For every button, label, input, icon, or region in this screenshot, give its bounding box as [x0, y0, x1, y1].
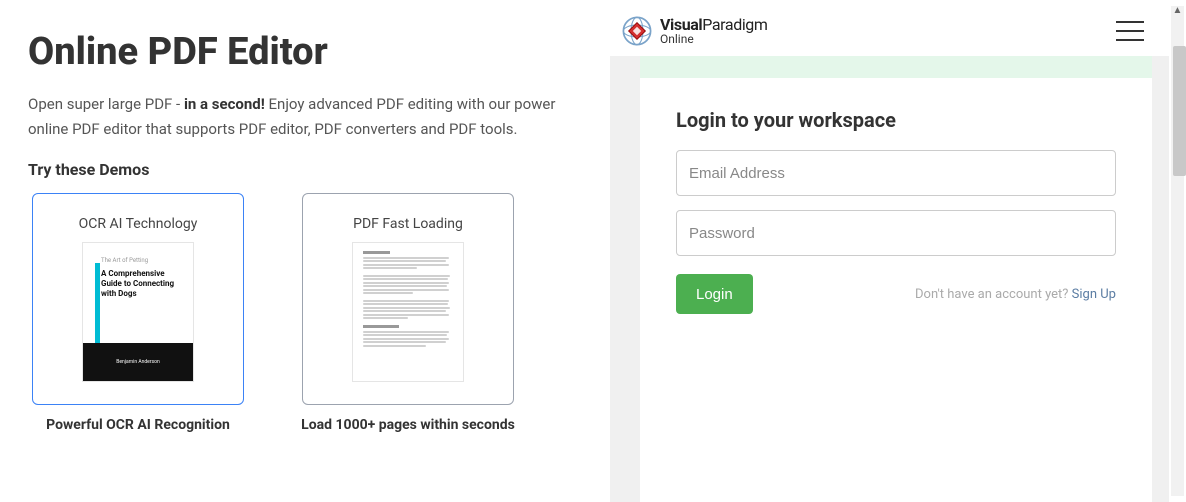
demo-ocr-card[interactable]: OCR AI Technology The Art of Petting A C…: [28, 193, 248, 433]
page-title: Online PDF Editor: [28, 30, 600, 74]
subtitle-bold: in a second!: [184, 95, 265, 113]
signup-prompt: Don't have an account yet? Sign Up: [915, 287, 1116, 302]
demo-ocr-caption: Powerful OCR AI Recognition: [46, 417, 230, 433]
demos-row: OCR AI Technology The Art of Petting A C…: [28, 193, 600, 433]
book-small-text: The Art of Petting: [101, 257, 183, 264]
book-title-text: A Comprehensive Guide to Connecting with…: [101, 269, 183, 299]
signup-prompt-text: Don't have an account yet?: [915, 287, 1072, 302]
demo-ocr-frame: OCR AI Technology The Art of Petting A C…: [32, 193, 244, 405]
subtitle-part-a: Open super large PDF -: [28, 95, 184, 113]
email-field[interactable]: [676, 150, 1116, 196]
embedded-panel: ▲ VisualParadigm Online Login to your wo…: [610, 0, 1186, 502]
brand-logo-block[interactable]: VisualParadigm Online: [620, 14, 768, 48]
demo-fastload-frame: PDF Fast Loading: [302, 193, 514, 405]
notice-strip: [640, 56, 1152, 78]
signup-link[interactable]: Sign Up: [1072, 287, 1116, 302]
scrollbar-thumb[interactable]: [1173, 46, 1186, 176]
brand-line1: VisualParadigm: [660, 17, 768, 33]
demo-fastload-card[interactable]: PDF Fast Loading Load 1000+ pa: [298, 193, 518, 433]
login-button[interactable]: Login: [676, 274, 753, 314]
demo-fastload-caption: Load 1000+ pages within seconds: [301, 417, 515, 433]
page-subtitle: Open super large PDF - in a second! Enjo…: [28, 92, 588, 142]
login-title: Login to your workspace: [676, 108, 1116, 132]
demo-ocr-thumb: The Art of Petting A Comprehensive Guide…: [82, 242, 194, 382]
hamburger-menu-icon[interactable]: [1116, 21, 1144, 41]
login-card: Login to your workspace Login Don't have…: [640, 78, 1152, 502]
book-author: Benjamin Anderson: [116, 359, 159, 365]
password-field[interactable]: [676, 210, 1116, 256]
globe-diamond-icon: [620, 14, 654, 48]
try-demos-label: Try these Demos: [28, 160, 600, 179]
demo-ocr-frame-title: OCR AI Technology: [79, 216, 198, 232]
book-footer: Benjamin Anderson: [83, 343, 193, 381]
brand-line2: Online: [660, 33, 768, 45]
login-action-row: Login Don't have an account yet? Sign Up: [676, 274, 1116, 314]
scrollbar-up-arrow[interactable]: ▲: [1171, 4, 1184, 17]
demo-fastload-frame-title: PDF Fast Loading: [353, 216, 463, 232]
demo-fastload-thumb: [352, 242, 464, 382]
embedded-header: VisualParadigm Online: [610, 0, 1186, 56]
